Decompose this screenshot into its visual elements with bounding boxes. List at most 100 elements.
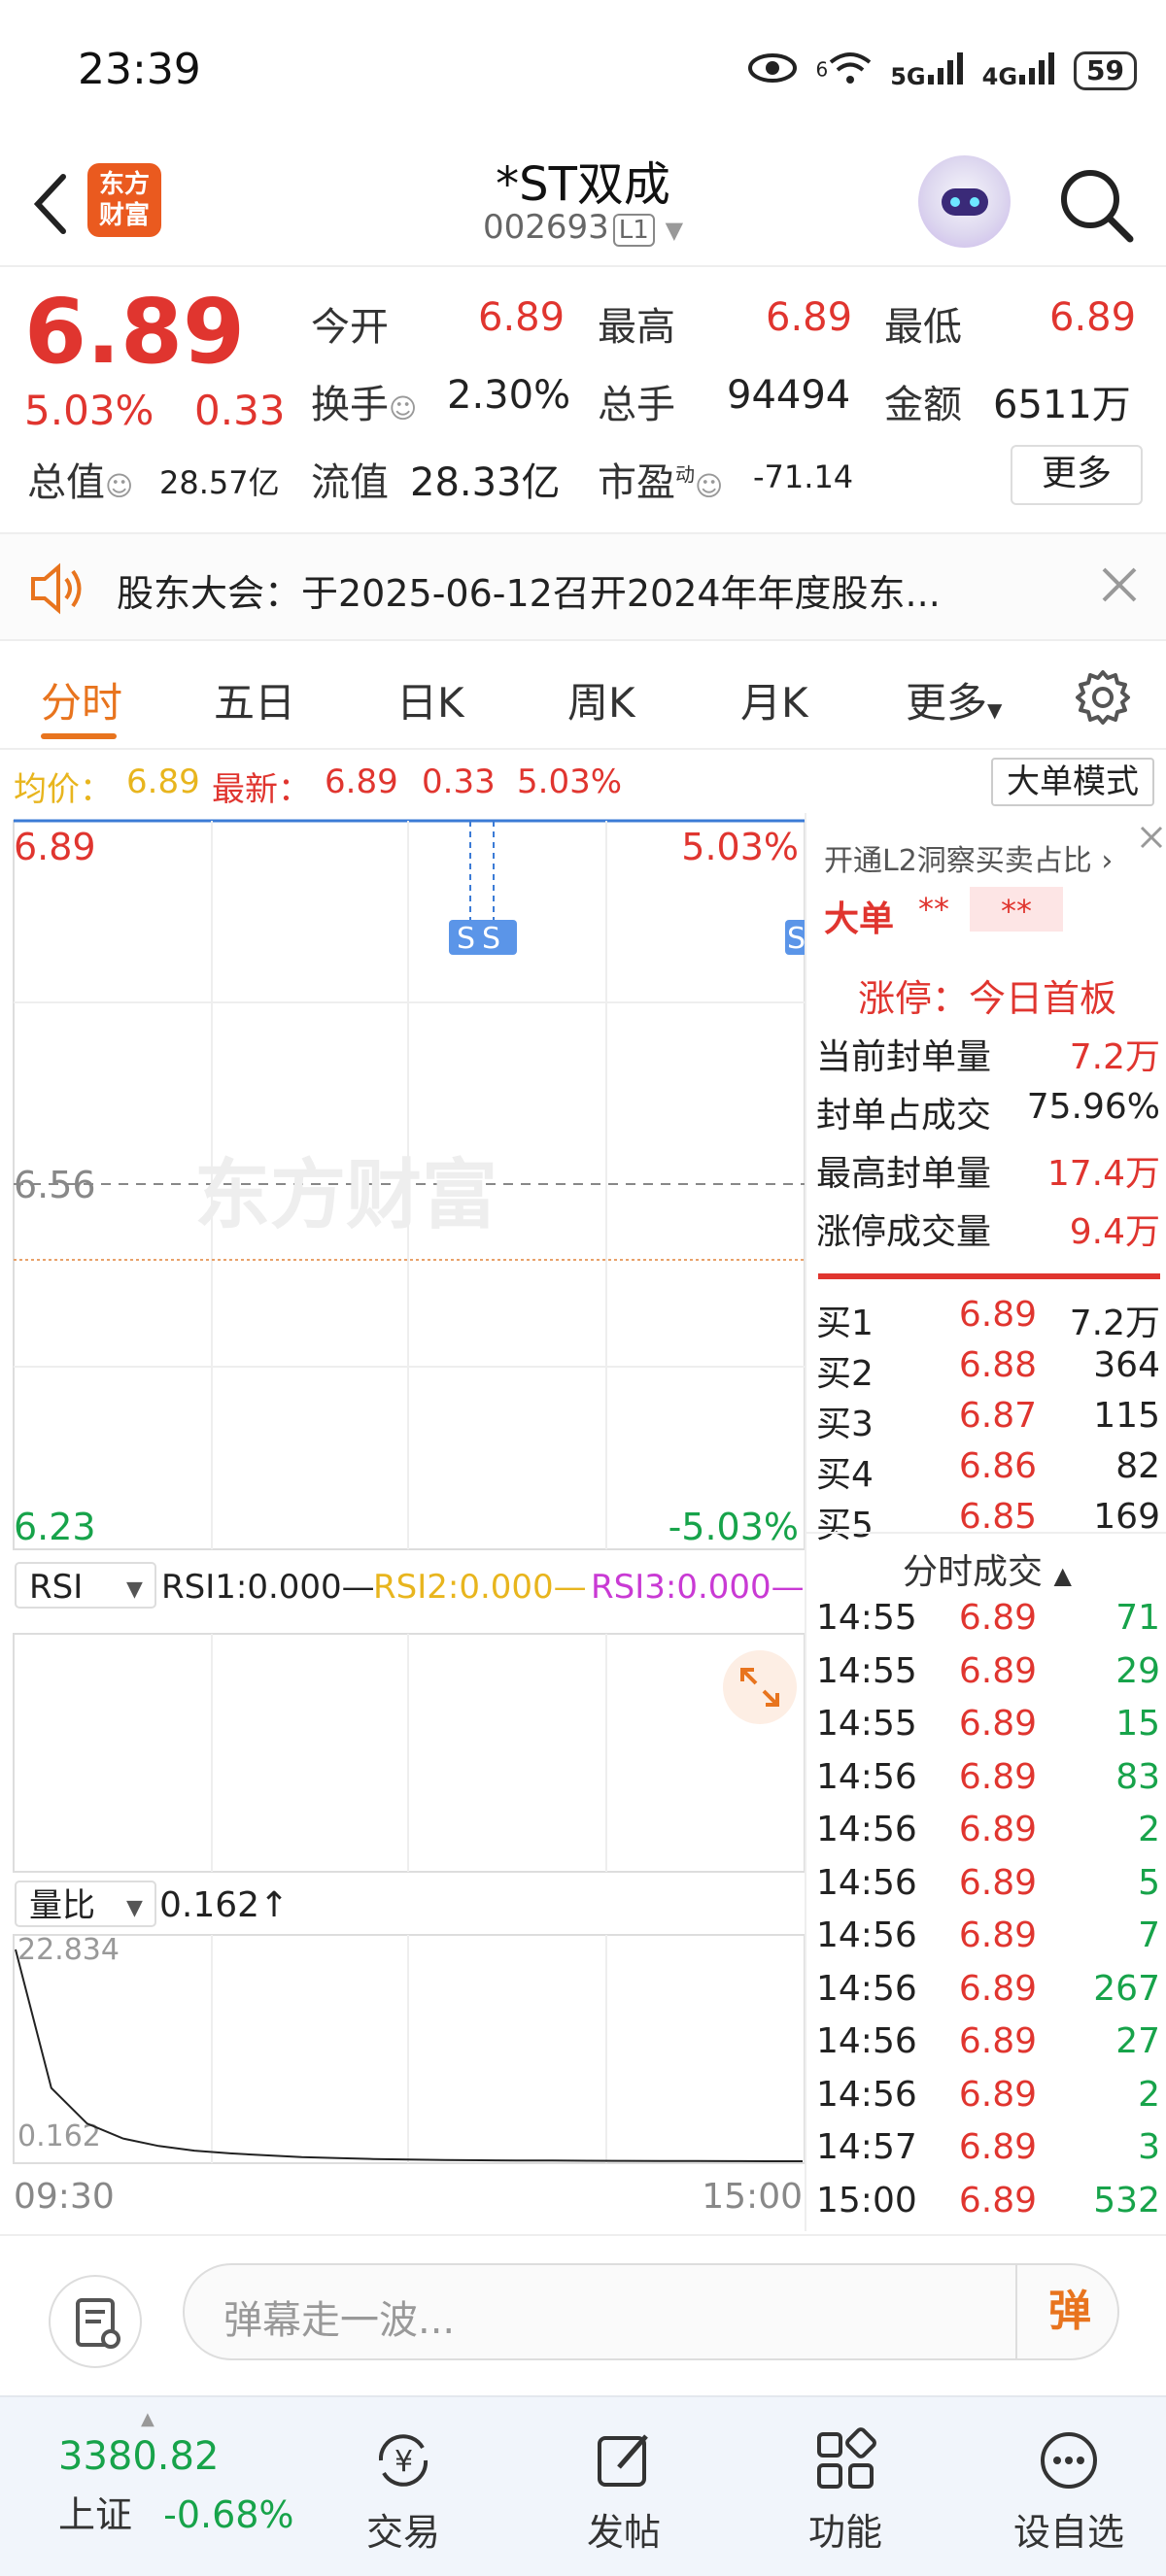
trade-row: 14:56 6.89 2 <box>816 1810 1160 1849</box>
y-mid-price: 6.56 <box>14 1164 96 1206</box>
amount-label: 金额 <box>884 383 962 427</box>
y-min-price: 6.23 <box>14 1506 96 1548</box>
rsi1-value: RSI1:0.000— <box>161 1568 375 1607</box>
close-icon[interactable] <box>1098 563 1141 610</box>
bid-row[interactable]: 买1 6.89 7.2万 <box>806 1295 1166 1345</box>
barrage-toggle-button[interactable]: 弹 <box>1015 2265 1122 2358</box>
latest-percent: 5.03% <box>517 763 623 801</box>
tab-weekly-k[interactable]: 周K <box>567 670 635 729</box>
info-icon: ☺ <box>389 392 418 424</box>
current-price: 6.89 <box>24 280 245 384</box>
mktcap-label[interactable]: 总值☺ <box>27 451 133 507</box>
bid-row[interactable]: 买5 6.85 169 <box>806 1497 1166 1547</box>
tab-five-day[interactable]: 五日 <box>214 670 295 729</box>
close-icon[interactable] <box>1137 823 1166 856</box>
trade-row: 14:56 6.89 27 <box>816 2021 1160 2061</box>
index-widget[interactable]: ▲ 3380.82 上证 -0.68% <box>58 2409 301 2538</box>
stock-header: 东方财富 *ST双成 002693 L1 ▼ <box>0 146 1166 267</box>
trade-row: 14:56 6.89 267 <box>816 1968 1160 2009</box>
pe-label[interactable]: 市盈动☺ <box>598 451 723 507</box>
barrage-input[interactable]: 弹幕走一波... 弹 <box>183 2263 1119 2360</box>
turnover-label[interactable]: 换手☺ <box>311 373 417 429</box>
info-icon: ☺ <box>105 470 134 502</box>
chart-tabs: 分时 五日 日K 周K 月K 更多▼ <box>0 641 1166 750</box>
bid-row[interactable]: 买2 6.88 364 <box>806 1345 1166 1396</box>
trades-title[interactable]: 分时成交 ▲ <box>806 1543 1166 1594</box>
speaker-icon <box>29 561 87 620</box>
nav-post[interactable]: 发帖 <box>546 2426 702 2556</box>
sell-marker-label: S <box>457 922 475 956</box>
index-percent: -0.68% <box>163 2493 294 2536</box>
notice-text: 股东大会：于2025-06-12召开2024年年度股东... <box>117 572 941 615</box>
low-label: 最低 <box>884 305 962 350</box>
wifi-icon: 6 <box>815 51 873 92</box>
amount-value: 6511万 <box>993 383 1131 427</box>
intraday-info-bar: 均价： 6.89 最新： 6.89 0.33 5.03% 大单模式 <box>0 753 1166 813</box>
more-quote-button[interactable]: 更多 <box>1011 445 1143 505</box>
pe-value: -71.14 <box>753 458 854 495</box>
high-value: 6.89 <box>766 295 853 340</box>
l2-upgrade-link[interactable]: 开通L2洞察买卖占比 › <box>824 836 1113 879</box>
status-time: 23:39 <box>78 45 201 94</box>
triangle-up-icon: ▲ <box>1053 1562 1072 1589</box>
dropdown-triangle-icon: ▼ <box>987 698 1003 722</box>
notice-bar[interactable]: 股东大会：于2025-06-12召开2024年年度股东... <box>0 532 1166 641</box>
limit-info-row: 当前封单量 7.2万 <box>816 1037 1160 1077</box>
active-tab-indicator <box>41 733 117 739</box>
volume-value: 94494 <box>727 373 851 418</box>
volume-label: 总手 <box>598 383 675 427</box>
nav-add-watchlist[interactable]: 设自选 <box>991 2426 1147 2556</box>
volume-ratio-select-label: 量比 <box>29 1886 95 1925</box>
sell-marker-label: S <box>482 922 500 956</box>
big-order-value-1: ** <box>918 891 949 928</box>
latest-label: 最新： <box>212 770 311 809</box>
tab-more[interactable]: 更多▼ <box>906 670 1002 729</box>
assistant-robot-icon[interactable] <box>918 155 1011 248</box>
yuan-exchange-icon: ¥ <box>378 2434 429 2487</box>
avg-price-value: 6.89 <box>126 763 200 801</box>
volume-ratio-value: 0.162↑ <box>159 1885 289 1925</box>
bid-row[interactable]: 买4 6.86 82 <box>806 1446 1166 1497</box>
triangle-up-icon: ▲ <box>141 2409 154 2429</box>
trade-row: 14:56 6.89 7 <box>816 1915 1160 1955</box>
watermark: 东方财富 <box>194 1152 497 1239</box>
signal-4g-icon: 4G <box>982 51 1056 91</box>
tab-monthly-k[interactable]: 月K <box>740 670 808 729</box>
grid-icon <box>817 2427 876 2489</box>
info-icon: ☺ <box>695 470 724 502</box>
latest-change: 0.33 <box>422 763 496 801</box>
limit-info-row: 涨停成交量 9.4万 <box>816 1212 1160 1252</box>
order-book-panel: 开通L2洞察买卖占比 › 大单 ** ** 涨停：今日首板 当前封单量 7.2万 … <box>805 813 1166 2231</box>
search-icon[interactable] <box>1054 163 1137 246</box>
stock-code: 002693 <box>482 208 609 247</box>
tab-daily-k[interactable]: 日K <box>396 670 464 729</box>
big-order-label: 大单 <box>824 899 895 939</box>
tab-intraday[interactable]: 分时 <box>41 670 122 729</box>
change-amount: 0.33 <box>194 387 286 434</box>
nav-functions[interactable]: 功能 <box>768 2426 923 2556</box>
y-max-percent: 5.03% <box>681 826 799 868</box>
battery-icon: 59 <box>1074 51 1137 90</box>
bid-row[interactable]: 买3 6.87 115 <box>806 1396 1166 1446</box>
big-order-mode-button[interactable]: 大单模式 <box>991 758 1154 806</box>
settings-gear-icon[interactable] <box>1074 668 1132 730</box>
trade-row: 14:55 6.89 71 <box>816 1598 1160 1638</box>
trade-row: 14:56 6.89 2 <box>816 2074 1160 2115</box>
volume-ratio-max: 22.834 <box>17 1933 120 1967</box>
bottom-nav: ▲ 3380.82 上证 -0.68% ¥ 交易 发帖 功能 设自选 <box>0 2395 1166 2576</box>
limit-up-title: 涨停：今日首板 <box>857 977 1116 1020</box>
document-settings-icon[interactable] <box>49 2275 142 2368</box>
status-icons: 6 5G 4G 59 <box>747 47 1137 95</box>
trade-row: 14:56 6.89 5 <box>816 1862 1160 1903</box>
dropdown-triangle-icon: ▼ <box>665 217 684 244</box>
eye-icon <box>747 51 798 91</box>
index-name: 上证 <box>58 2493 133 2536</box>
nav-trade[interactable]: ¥ 交易 <box>326 2426 481 2556</box>
expand-icon[interactable] <box>723 1650 797 1724</box>
chevron-right-icon: › <box>1101 844 1114 878</box>
intraday-chart[interactable]: 东方财富 S S S 6.89 5.03% 6.56 6.23 -5.03% R… <box>0 813 805 2231</box>
low-value: 6.89 <box>1049 295 1137 340</box>
more-dots-icon <box>1041 2432 1097 2489</box>
turnover-value: 2.30% <box>447 373 571 418</box>
mktcap-value: 28.57亿 <box>159 464 280 501</box>
